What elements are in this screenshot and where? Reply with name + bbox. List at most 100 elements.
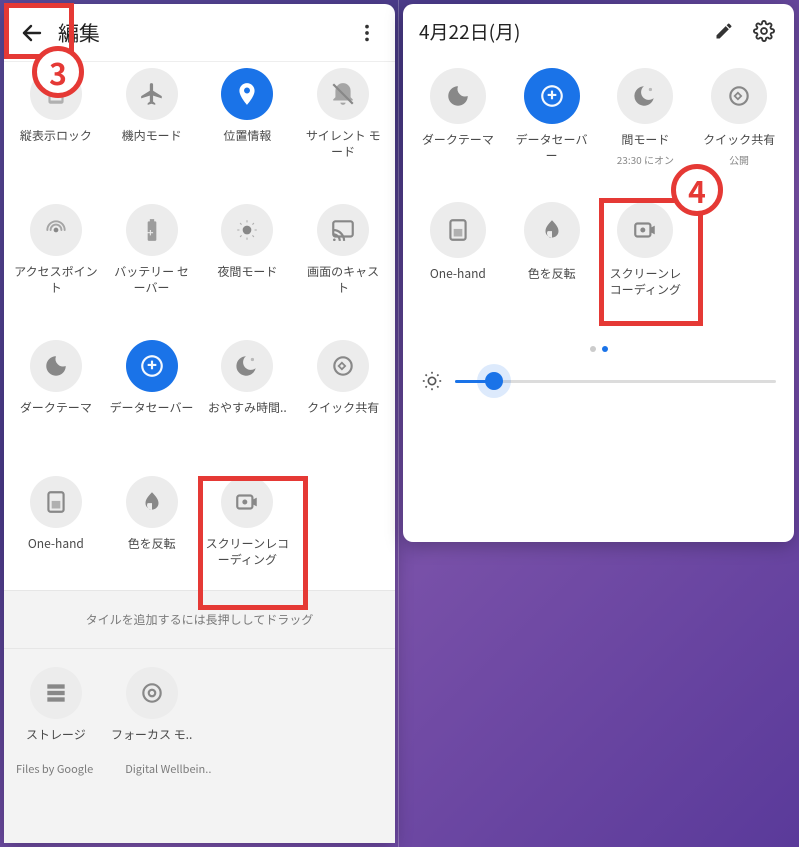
tile-label: 位置情報 bbox=[223, 128, 271, 144]
tile-bubble[interactable] bbox=[30, 667, 82, 719]
gear-icon bbox=[753, 20, 775, 42]
tile-battery-saver[interactable]: バッテリー セ ーバー bbox=[104, 204, 200, 314]
dark-theme-icon bbox=[43, 353, 69, 379]
tile-quick-share[interactable]: クイック共有公開 bbox=[692, 68, 786, 178]
tile-label: 機内モード bbox=[122, 128, 182, 144]
page-indicator bbox=[403, 320, 794, 360]
tile-invert-colors[interactable]: 色を反転 bbox=[104, 476, 200, 586]
tile-hotspot[interactable]: アクセスポイン ト bbox=[8, 204, 104, 314]
tile-screen-record[interactable]: スクリーンレ コーディング bbox=[599, 202, 693, 312]
tile-bubble[interactable] bbox=[30, 476, 82, 528]
night-mode-icon bbox=[234, 217, 260, 243]
qs-date: 4月22日(月) bbox=[413, 18, 704, 45]
tile-bubble[interactable] bbox=[221, 204, 273, 256]
battery-saver-icon bbox=[139, 217, 165, 243]
tile-one-hand[interactable]: One-hand bbox=[411, 202, 505, 312]
drag-hint: タイルを追加するには長押ししてドラッグ bbox=[4, 590, 395, 649]
settings-button[interactable] bbox=[744, 11, 784, 51]
back-button[interactable] bbox=[10, 11, 54, 55]
tile-bubble[interactable] bbox=[30, 340, 82, 392]
overflow-button[interactable] bbox=[345, 11, 389, 55]
tile-bubble[interactable] bbox=[126, 340, 178, 392]
header-title: 編集 bbox=[58, 18, 345, 48]
tile-bubble[interactable] bbox=[317, 204, 369, 256]
tile-label: サイレント モ ード bbox=[306, 128, 381, 160]
tile-bubble[interactable] bbox=[430, 202, 486, 258]
tile-airplane[interactable]: 機内モード bbox=[104, 68, 200, 178]
tile-bubble[interactable] bbox=[30, 68, 82, 120]
tile-label: スクリーンレ コーディング bbox=[610, 266, 681, 298]
tile-label: One-hand bbox=[430, 266, 486, 282]
tile-night-mode[interactable]: 夜間モード bbox=[200, 204, 296, 314]
tile-sublabel: 公開 bbox=[729, 152, 749, 167]
tile-dark-theme[interactable]: ダークテーマ bbox=[8, 340, 104, 450]
attribution-wellbeing: Digital Wellbein.. bbox=[125, 761, 211, 777]
invert-colors-icon bbox=[539, 217, 565, 243]
data-saver-icon bbox=[139, 353, 165, 379]
airplane-icon bbox=[139, 81, 165, 107]
tile-label: 間モード bbox=[621, 132, 669, 148]
quick-share-icon bbox=[330, 353, 356, 379]
tile-bubble[interactable] bbox=[126, 68, 178, 120]
tile-data-saver[interactable]: データセーバー bbox=[104, 340, 200, 450]
screen-record-icon bbox=[234, 489, 260, 515]
brightness-row bbox=[403, 360, 794, 414]
tile-bubble[interactable] bbox=[126, 476, 178, 528]
tile-quick-share[interactable]: クイック共有 bbox=[295, 340, 391, 450]
tile-label: クイック共有 bbox=[703, 132, 775, 148]
tile-bubble[interactable] bbox=[524, 68, 580, 124]
tile-bubble[interactable] bbox=[617, 68, 673, 124]
brightness-thumb[interactable] bbox=[485, 372, 503, 390]
tile-bubble[interactable] bbox=[711, 68, 767, 124]
edit-quick-settings-panel: 編集 縦表示ロック機内モード 位置情報 サイレント モ ードアクセスポイン トバッテ… bbox=[4, 4, 395, 843]
tile-bubble[interactable] bbox=[30, 204, 82, 256]
bedtime-icon bbox=[632, 83, 658, 109]
tile-bubble[interactable] bbox=[430, 68, 486, 124]
brightness-slider[interactable] bbox=[455, 380, 776, 383]
tile-bubble[interactable] bbox=[317, 340, 369, 392]
tile-label: One-hand bbox=[28, 536, 84, 552]
tile-bedtime[interactable]: おやすみ時間.. bbox=[200, 340, 296, 450]
silent-icon bbox=[330, 81, 356, 107]
tile-bubble[interactable] bbox=[126, 204, 178, 256]
tile-bubble[interactable] bbox=[221, 340, 273, 392]
tile-invert-colors[interactable]: 色を反転 bbox=[505, 202, 599, 312]
tile-bubble[interactable] bbox=[617, 202, 673, 258]
qs-header: 4月22日(月) bbox=[403, 4, 794, 58]
tile-cast[interactable]: 画面のキャス ト bbox=[295, 204, 391, 314]
tile-location[interactable]: 位置情報 bbox=[200, 68, 296, 178]
tile-label: 夜間モード bbox=[217, 264, 277, 280]
tile-label: バッテリー セ ーバー bbox=[114, 264, 189, 296]
bedtime-icon bbox=[234, 353, 260, 379]
brightness-icon bbox=[421, 370, 443, 392]
location-icon bbox=[234, 81, 260, 107]
qs-tile-grid: ダークテーマデータセーバ ー間モード23:30 にオンクイック共有公開 One-h… bbox=[403, 58, 794, 320]
tile-label: 色を反転 bbox=[528, 266, 576, 282]
edit-button[interactable] bbox=[704, 11, 744, 51]
quick-settings-panel: 4月22日(月) ダークテーマデータセーバ ー間モード23:30 にオンクイック… bbox=[403, 4, 794, 542]
tile-label: アクセスポイン ト bbox=[14, 264, 97, 296]
edit-header: 編集 bbox=[4, 4, 395, 62]
tile-bubble[interactable] bbox=[524, 202, 580, 258]
tile-dark-theme[interactable]: ダークテーマ bbox=[411, 68, 505, 178]
tile-grid-main: 縦表示ロック機内モード 位置情報 サイレント モ ードアクセスポイン トバッテリー … bbox=[4, 62, 395, 590]
tile-bedtime[interactable]: 間モード23:30 にオン bbox=[599, 68, 693, 178]
screen-record-icon bbox=[632, 217, 658, 243]
tile-rotation-lock[interactable]: 縦表示ロック bbox=[8, 68, 104, 178]
tile-data-saver[interactable]: データセーバ ー bbox=[505, 68, 599, 178]
rotation-lock-icon bbox=[43, 81, 69, 107]
tile-bubble[interactable] bbox=[221, 476, 273, 528]
tile-label: 色を反転 bbox=[128, 536, 176, 552]
storage-icon bbox=[43, 680, 69, 706]
tile-label: おやすみ時間.. bbox=[208, 400, 287, 416]
tile-one-hand[interactable]: One-hand bbox=[8, 476, 104, 586]
tile-silent[interactable]: サイレント モ ード bbox=[295, 68, 391, 178]
tile-bubble[interactable] bbox=[126, 667, 178, 719]
tile-bubble[interactable] bbox=[221, 68, 273, 120]
tile-label: スクリーンレコ ーディング bbox=[206, 536, 289, 568]
hotspot-icon bbox=[43, 217, 69, 243]
tile-label: データセーバ ー bbox=[516, 132, 588, 164]
tile-bubble[interactable] bbox=[317, 68, 369, 120]
tile-screen-record[interactable]: スクリーンレコ ーディング bbox=[200, 476, 296, 586]
tile-label: ダークテーマ bbox=[20, 400, 92, 416]
